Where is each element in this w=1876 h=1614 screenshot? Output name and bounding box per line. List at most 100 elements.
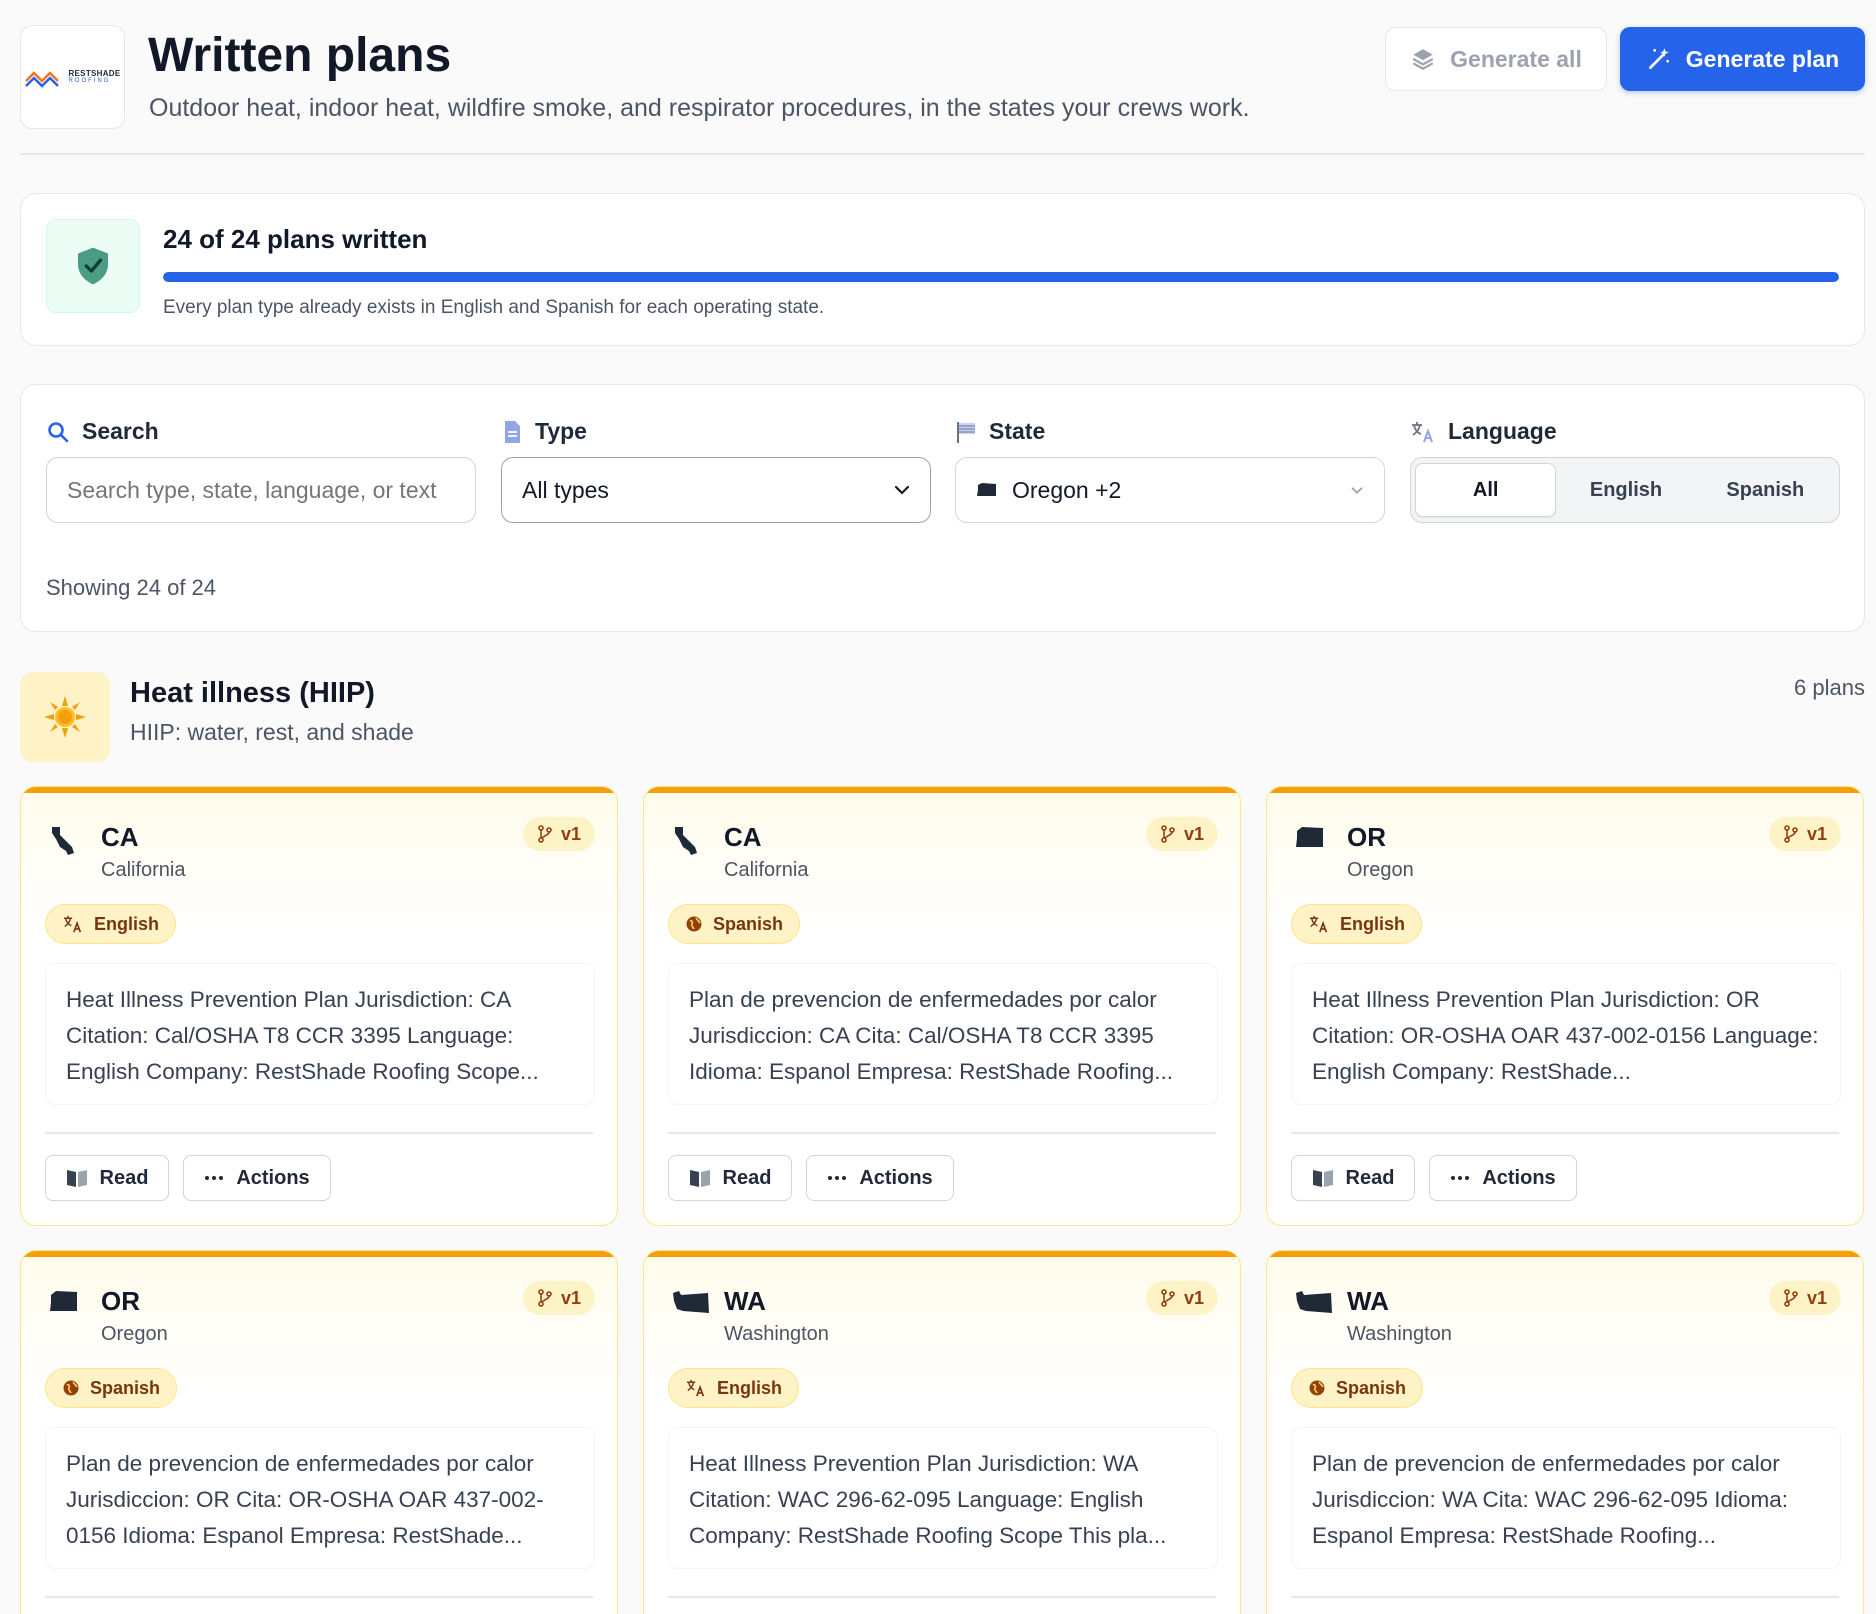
git-branch-icon — [538, 825, 552, 843]
plan-excerpt: Heat Illness Prevention Plan Jurisdictio… — [1291, 963, 1841, 1105]
card-divider — [45, 1132, 593, 1134]
card-accent-bar — [1267, 787, 1863, 793]
generate-all-button[interactable]: Generate all — [1385, 27, 1607, 91]
state-name: California — [101, 859, 186, 881]
progress-bar — [163, 272, 1839, 282]
shield-check-icon — [78, 247, 108, 285]
more-horizontal-icon — [205, 1176, 224, 1180]
progress-card: 24 of 24 plans written Every plan type a… — [20, 193, 1865, 346]
state-select[interactable]: Oregon +2 — [955, 457, 1385, 523]
state-code: WA — [1347, 1286, 1389, 1316]
actions-label: Actions — [859, 1166, 933, 1189]
generate-plan-label: Generate plan — [1685, 45, 1840, 72]
read-button[interactable]: Read — [668, 1155, 792, 1201]
washington-map-icon — [1296, 1291, 1332, 1313]
translate-icon — [1412, 421, 1433, 442]
language-badge: English — [1291, 904, 1423, 944]
plan-excerpt: Heat Illness Prevention Plan Jurisdictio… — [668, 1427, 1218, 1569]
language-option-all[interactable]: All — [1415, 463, 1557, 517]
plan-card: OR Oregon v1 Spanish Plan de prevencion … — [20, 1250, 618, 1614]
language-label: Spanish — [713, 913, 784, 934]
flag-icon — [957, 421, 975, 443]
language-badge: Spanish — [668, 904, 801, 944]
state-name: Oregon — [1347, 859, 1414, 881]
state-name: Washington — [1347, 1323, 1452, 1345]
language-label: English — [1340, 913, 1406, 934]
logo-name: RESTSHADE — [68, 69, 121, 78]
translate-icon — [1310, 915, 1328, 933]
logo-waves-icon — [25, 71, 60, 88]
language-option-spanish[interactable]: Spanish — [1696, 463, 1835, 517]
read-label: Read — [722, 1166, 772, 1189]
search-input[interactable] — [46, 457, 476, 523]
page-subtitle: Outdoor heat, indoor heat, wildfire smok… — [149, 94, 1250, 122]
card-divider — [45, 1596, 593, 1598]
state-code: WA — [724, 1286, 766, 1316]
actions-label: Actions — [236, 1166, 310, 1189]
read-button[interactable]: Read — [45, 1155, 169, 1201]
language-option-english[interactable]: English — [1556, 463, 1695, 517]
document-icon — [505, 420, 520, 443]
california-map-icon — [675, 827, 697, 855]
language-label-text: Language — [1448, 418, 1557, 444]
state-map-icon — [671, 1289, 711, 1320]
washington-map-icon — [673, 1291, 709, 1313]
language-segmented-control: All English Spanish — [1410, 457, 1840, 523]
translate-icon — [64, 915, 82, 933]
language-label: Spanish — [1336, 1377, 1407, 1398]
plan-excerpt: Plan de prevencion de enfermedades por c… — [1291, 1427, 1841, 1569]
oregon-map-icon — [50, 1291, 77, 1311]
language-badge: English — [668, 1368, 800, 1408]
version-badge: v1 — [522, 1281, 595, 1315]
state-map-icon — [48, 1289, 80, 1320]
version-badge: v1 — [1768, 817, 1841, 851]
shield-check-badge — [46, 219, 140, 313]
chevron-down-icon — [1351, 487, 1363, 494]
book-open-icon — [689, 1170, 710, 1187]
actions-menu-button[interactable]: Actions — [183, 1155, 331, 1201]
translate-icon — [687, 1379, 705, 1397]
generate-plan-button[interactable]: Generate plan — [1620, 27, 1865, 91]
state-code: CA — [724, 822, 762, 852]
read-button[interactable]: Read — [1291, 1155, 1415, 1201]
search-icon — [48, 421, 69, 442]
state-map-icon — [48, 825, 80, 862]
version-label: v1 — [560, 1287, 581, 1308]
sun-glyph — [44, 696, 86, 738]
plan-card: CA California v1 Spanish Plan de prevenc… — [643, 786, 1241, 1226]
language-badge: Spanish — [1291, 1368, 1424, 1408]
california-map-icon — [52, 827, 74, 855]
version-label: v1 — [1806, 1287, 1827, 1308]
company-logo: RESTSHADE ROOFING — [20, 25, 125, 129]
state-code: OR — [101, 1286, 140, 1316]
type-select-value: All types — [522, 476, 609, 503]
plan-card: WA Washington v1 Spanish Plan de prevenc… — [1266, 1250, 1864, 1614]
book-open-icon — [1312, 1170, 1333, 1187]
state-select-value: Oregon +2 — [1012, 476, 1122, 503]
git-branch-icon — [1161, 1289, 1175, 1307]
more-horizontal-icon — [1451, 1176, 1470, 1180]
git-branch-icon — [1784, 1289, 1798, 1307]
globe-icon — [1309, 1380, 1325, 1396]
state-filter-label: State — [955, 418, 1045, 445]
type-select[interactable]: All types — [501, 457, 931, 523]
actions-menu-button[interactable]: Actions — [1429, 1155, 1577, 1201]
oregon-map-icon — [1296, 827, 1323, 847]
read-label: Read — [99, 1166, 149, 1189]
plan-excerpt: Plan de prevencion de enfermedades por c… — [668, 963, 1218, 1105]
generate-all-label: Generate all — [1450, 45, 1582, 72]
state-name: Oregon — [101, 1323, 168, 1345]
page-header: RESTSHADE ROOFING Written plans Outdoor … — [20, 0, 1865, 155]
oregon-map-icon — [977, 483, 996, 496]
actions-menu-button[interactable]: Actions — [806, 1155, 954, 1201]
plan-excerpt: Plan de prevencion de enfermedades por c… — [45, 1427, 595, 1569]
state-map-icon — [1294, 1289, 1334, 1320]
card-divider — [1291, 1596, 1839, 1598]
language-label: English — [717, 1377, 783, 1398]
card-accent-bar — [644, 1251, 1240, 1257]
plan-excerpt: Heat Illness Prevention Plan Jurisdictio… — [45, 963, 595, 1105]
actions-label: Actions — [1482, 1166, 1556, 1189]
progress-title: 24 of 24 plans written — [163, 224, 428, 254]
state-code: CA — [101, 822, 139, 852]
type-filter-label: Type — [501, 418, 587, 445]
